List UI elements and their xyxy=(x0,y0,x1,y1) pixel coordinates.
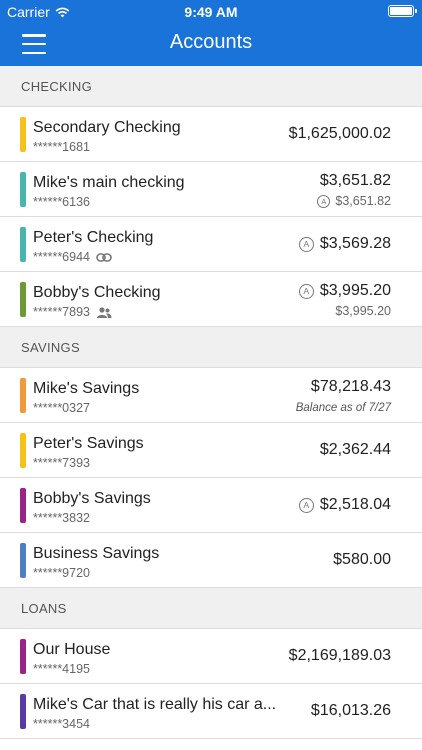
account-number: ******3832 xyxy=(33,511,90,525)
available-balance-value: $3,995.20 xyxy=(335,304,391,318)
section-header: SAVINGS xyxy=(0,327,422,368)
account-balance-value: $2,169,189.03 xyxy=(288,647,391,664)
account-name: Bobby's Checking xyxy=(33,284,161,301)
account-name: Our House xyxy=(33,641,111,658)
account-row[interactable]: Secondary Checking ******1681 $1,625,000.0… xyxy=(0,107,422,162)
account-row[interactable]: Mike's Car that is really his car a... **… xyxy=(0,684,422,739)
account-row[interactable]: Peter's Savings ******7393 $2,362.44 xyxy=(0,423,422,478)
nav-bar: Accounts xyxy=(0,22,422,66)
account-row[interactable]: Business Savings ******9720 $580.00 xyxy=(0,533,422,588)
account-balance: A $3,569.28 xyxy=(298,235,391,253)
account-number: ******9720 xyxy=(33,566,90,580)
account-number: ******4195 xyxy=(33,662,90,676)
account-row[interactable]: Bobby's Checking ******7893 A $3,995.20 $3,9… xyxy=(0,272,422,327)
accounts-list[interactable]: CHECKING Secondary Checking ******1681 $1,6… xyxy=(0,66,422,739)
account-balance-value: $580.00 xyxy=(333,551,391,568)
account-balance-value: $1,625,000.02 xyxy=(288,125,391,142)
account-row[interactable]: Mike's Savings ******0327 $78,218.43 Balanc… xyxy=(0,368,422,423)
account-balance: A $3,995.20 xyxy=(298,282,391,300)
account-balance: $580.00 xyxy=(333,551,391,569)
account-color-bar xyxy=(20,488,26,523)
account-name: Peter's Checking xyxy=(33,229,154,246)
available-balance: A $3,651.82 xyxy=(317,194,391,208)
account-number-text: ******6136 xyxy=(33,195,90,209)
account-name: Bobby's Savings xyxy=(33,490,151,507)
account-color-bar xyxy=(20,117,26,152)
account-row[interactable]: Mike's main checking ******6136 $3,651.82 A… xyxy=(0,162,422,217)
account-row[interactable]: Bobby's Savings ******3832 A $2,518.04 xyxy=(0,478,422,533)
account-balance-value: $2,362.44 xyxy=(319,441,391,458)
account-name: Peter's Savings xyxy=(33,435,144,452)
account-row[interactable]: Our House ******4195 $2,169,189.03 xyxy=(0,629,422,684)
account-balance: $16,013.26 xyxy=(311,702,391,720)
account-balance-value: $3,995.20 xyxy=(319,282,391,299)
section-savings: SAVINGS Mike's Savings ******0327 $78,218.4… xyxy=(0,327,422,588)
account-row[interactable]: Peter's Checking ******6944 A $3,569.28 xyxy=(0,217,422,272)
account-color-bar xyxy=(20,433,26,468)
people-icon xyxy=(96,306,112,318)
account-name: Mike's main checking xyxy=(33,174,185,191)
account-number: ******7893 xyxy=(33,305,112,319)
page-title: Accounts xyxy=(169,31,253,53)
status-bar: Carrier 9:49 AM xyxy=(0,0,422,22)
account-color-bar xyxy=(20,227,26,262)
available-balance-value: $3,651.82 xyxy=(335,194,391,208)
account-number: ******7393 xyxy=(33,456,90,470)
account-color-bar xyxy=(20,282,26,317)
account-balance: $78,218.43 xyxy=(311,378,391,396)
account-balance-value: $2,518.04 xyxy=(319,496,391,513)
account-number-text: ******3832 xyxy=(33,511,90,525)
account-number: ******3454 xyxy=(33,717,90,731)
account-balance: A $2,518.04 xyxy=(298,496,391,514)
link-icon xyxy=(96,252,112,262)
available-balance-icon: A xyxy=(317,194,331,208)
account-name: Mike's Car that is really his car a... xyxy=(33,696,277,713)
account-number-text: ******6944 xyxy=(33,250,90,264)
account-color-bar xyxy=(20,172,26,207)
balance-date-note: Balance as of 7/27 xyxy=(295,402,391,414)
account-balance-value: $3,651.82 xyxy=(319,172,391,189)
account-balance: $2,169,189.03 xyxy=(289,647,391,665)
account-number-text: ******4195 xyxy=(33,662,90,676)
section-header: LOANS xyxy=(0,588,422,629)
account-color-bar xyxy=(20,378,26,413)
section-header: CHECKING xyxy=(0,66,422,107)
section-loans: LOANS Our House ******4195 $2,169,189.03 Mik… xyxy=(0,588,422,739)
available-balance-icon: A xyxy=(298,497,314,513)
account-color-bar xyxy=(20,639,26,674)
account-name: Mike's Savings xyxy=(33,380,140,397)
account-balance-value: $3,569.28 xyxy=(319,235,391,252)
account-balance: $2,362.44 xyxy=(320,441,391,459)
battery-icon xyxy=(388,5,417,17)
account-name: Secondary Checking xyxy=(33,119,181,136)
available-balance: $3,995.20 xyxy=(335,304,391,318)
account-color-bar xyxy=(20,694,26,729)
clock: 9:49 AM xyxy=(184,4,238,20)
account-name: Business Savings xyxy=(33,545,160,562)
account-balance: $3,651.82 xyxy=(320,172,391,190)
account-color-bar xyxy=(20,543,26,578)
account-number: ******1681 xyxy=(33,140,90,154)
account-number-text: ******7893 xyxy=(33,305,90,319)
account-number-text: ******0327 xyxy=(33,401,90,415)
account-number-text: ******1681 xyxy=(33,140,90,154)
account-balance-value: $16,013.26 xyxy=(310,702,391,719)
account-number: ******6136 xyxy=(33,195,90,209)
account-number: ******6944 xyxy=(33,250,112,264)
account-number: ******0327 xyxy=(33,401,90,415)
available-balance-icon: A xyxy=(298,283,314,299)
account-balance-value: $78,218.43 xyxy=(310,378,391,395)
account-balance: $1,625,000.02 xyxy=(289,125,391,143)
account-number-text: ******9720 xyxy=(33,566,90,580)
account-number-text: ******7393 xyxy=(33,456,90,470)
account-number-text: ******3454 xyxy=(33,717,90,731)
available-balance-icon: A xyxy=(298,236,314,252)
section-checking: CHECKING Secondary Checking ******1681 $1,6… xyxy=(0,66,422,327)
